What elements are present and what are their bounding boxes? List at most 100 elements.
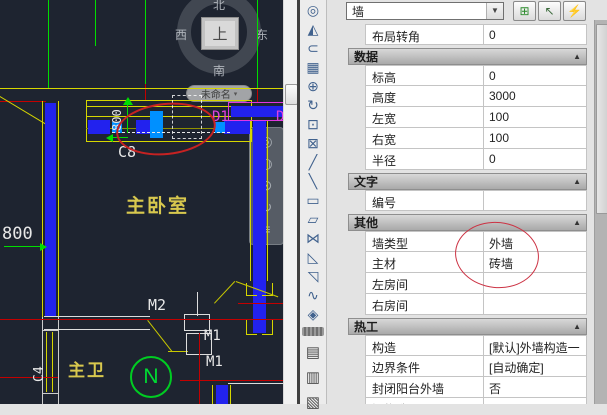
property-label: 构造: [366, 336, 484, 355]
compass-south-label[interactable]: 南: [213, 62, 225, 79]
collapse-arrow-icon[interactable]: ▲: [573, 177, 581, 186]
collapse-arrow-icon[interactable]: ▲: [573, 218, 581, 227]
wall-edge-line-yellow: [42, 101, 43, 317]
property-row: 左宽100: [365, 107, 587, 128]
modify-toolbar: ◎◭⊂▦⊕↻⊡⊠╱╲▭▱⋈◺◹∿◈ ▤▥▧: [300, 0, 327, 404]
compass-west-label[interactable]: 西: [175, 26, 187, 43]
section-header[interactable]: 文字▲: [348, 173, 587, 190]
wall-segment-selected[interactable]: [216, 385, 228, 404]
window-line-yellow: [46, 332, 47, 392]
blend-curves-icon[interactable]: ∿: [300, 286, 326, 304]
section-header[interactable]: 数据▲: [348, 48, 587, 65]
explode-icon[interactable]: ◈: [300, 305, 326, 323]
wall-edge-line-yellow: [86, 100, 87, 142]
draworder-bring-to-front-icon[interactable]: ▤: [300, 340, 326, 365]
collapse-arrow-icon[interactable]: ▲: [573, 322, 581, 331]
mirror-icon[interactable]: ◭: [300, 20, 326, 38]
scale-icon[interactable]: ⊡: [300, 115, 326, 133]
property-row: 布局转角0: [365, 24, 587, 45]
rotate-icon[interactable]: ↻: [300, 96, 326, 114]
properties-palette: 墙 ▼ ⊞ ↖ ⚡ 布局转角0数据▲标高0高度3000左宽100右宽100半径0…: [327, 0, 607, 404]
wall-edge-line-white: [44, 329, 150, 330]
door-label-m2: M2: [148, 296, 166, 314]
trim-icon[interactable]: ╱: [300, 153, 326, 171]
join-icon[interactable]: ⋈: [300, 229, 326, 247]
select-objects-button[interactable]: ↖: [538, 1, 561, 21]
axis-line-red: [0, 319, 283, 320]
window-sill-line: [42, 330, 59, 331]
chamfer-icon[interactable]: ◺: [300, 248, 326, 266]
property-label: 封闭阳台外墙: [366, 377, 484, 397]
wall-edge-line-yellow: [267, 121, 268, 281]
property-value[interactable]: [484, 398, 586, 404]
property-label: 高度: [366, 86, 484, 106]
stretch-icon[interactable]: ⊠: [300, 134, 326, 152]
viewcube-cube[interactable]: 上: [201, 17, 239, 50]
wall-edge-line-yellow: [230, 385, 231, 404]
toolbar-grip-handle[interactable]: [302, 327, 324, 336]
wall-segment-selected[interactable]: [253, 121, 266, 333]
wall-edge-line-yellow: [58, 101, 59, 317]
section-header[interactable]: 热工▲: [348, 318, 587, 335]
property-row: 标高0: [365, 65, 587, 86]
property-value[interactable]: [自动确定]: [484, 356, 586, 376]
property-value[interactable]: [默认]外墙构造一: [484, 336, 586, 355]
property-value[interactable]: 0: [484, 25, 586, 44]
break-at-point-icon[interactable]: ▭: [300, 191, 326, 209]
property-value[interactable]: 0: [484, 149, 586, 169]
collapse-arrow-icon[interactable]: ▲: [573, 52, 581, 61]
property-value[interactable]: 100: [484, 107, 586, 127]
window-line-yellow: [52, 332, 53, 392]
array-icon[interactable]: ▦: [300, 58, 326, 76]
chevron-down-icon[interactable]: ▼: [486, 3, 503, 19]
draworder-bring-above-icon[interactable]: ▧: [300, 390, 326, 415]
property-value[interactable]: 100: [484, 128, 586, 148]
break-icon[interactable]: ▱: [300, 210, 326, 228]
scrollbar-thumb[interactable]: [596, 24, 607, 214]
wall-edge-line-yellow: [0, 88, 283, 89]
property-label: 标高: [366, 66, 484, 85]
fillet-icon[interactable]: ◹: [300, 267, 326, 285]
property-row: 编号: [365, 190, 587, 211]
lengthen-icon[interactable]: ╲: [300, 172, 326, 190]
property-row: 右房间: [365, 294, 587, 315]
move-icon[interactable]: ⊕: [300, 77, 326, 95]
section-label: 其他: [354, 214, 378, 231]
north-symbol-circle: N: [130, 356, 172, 398]
property-value[interactable]: 3000: [484, 86, 586, 106]
property-row: 梁构造: [365, 398, 587, 404]
canvas-scrollbar[interactable]: [283, 0, 297, 404]
copy-icon[interactable]: ◎: [300, 1, 326, 19]
axis-line-red: [257, 88, 258, 102]
door-leaf-line: [168, 351, 188, 352]
property-row: 右宽100: [365, 128, 587, 149]
pickadd-toggle-button[interactable]: ⊞: [513, 1, 536, 21]
axis-line-red: [199, 333, 200, 404]
axis-line-red: [238, 303, 283, 304]
compass-north-label[interactable]: 北: [213, 0, 225, 13]
object-type-combo[interactable]: 墙 ▼: [346, 2, 504, 20]
axis-line-green: [95, 0, 96, 46]
wall-segment-selected[interactable]: [45, 103, 56, 317]
wall-segment-selected[interactable]: [88, 120, 110, 134]
property-value[interactable]: [484, 294, 586, 314]
drawing-canvas[interactable]: 上 北 西 东 南 未命名▾ ◎◍⊙↻≡: [0, 0, 283, 404]
axis-line-green: [48, 0, 49, 88]
property-value[interactable]: [484, 191, 586, 210]
window-jamb: [246, 320, 257, 335]
offset-icon[interactable]: ⊂: [300, 39, 326, 57]
door-leaf-line: [214, 281, 235, 304]
section-header[interactable]: 其他 ▲: [348, 214, 587, 231]
object-type-value: 墙: [347, 3, 486, 20]
dimension-label: 800: [2, 224, 33, 244]
property-value[interactable]: 否: [484, 377, 586, 397]
property-label: 右房间: [366, 294, 484, 314]
door-label-m1: M1: [204, 328, 221, 344]
north-symbol-label: N: [143, 365, 158, 389]
panel-scrollbar[interactable]: [594, 20, 607, 404]
draworder-send-to-back-icon[interactable]: ▥: [300, 365, 326, 390]
quick-select-button[interactable]: ⚡: [563, 1, 586, 21]
arrow-right-icon: [40, 243, 47, 251]
property-value[interactable]: 0: [484, 66, 586, 85]
wall-edge-line-yellow: [86, 100, 252, 101]
